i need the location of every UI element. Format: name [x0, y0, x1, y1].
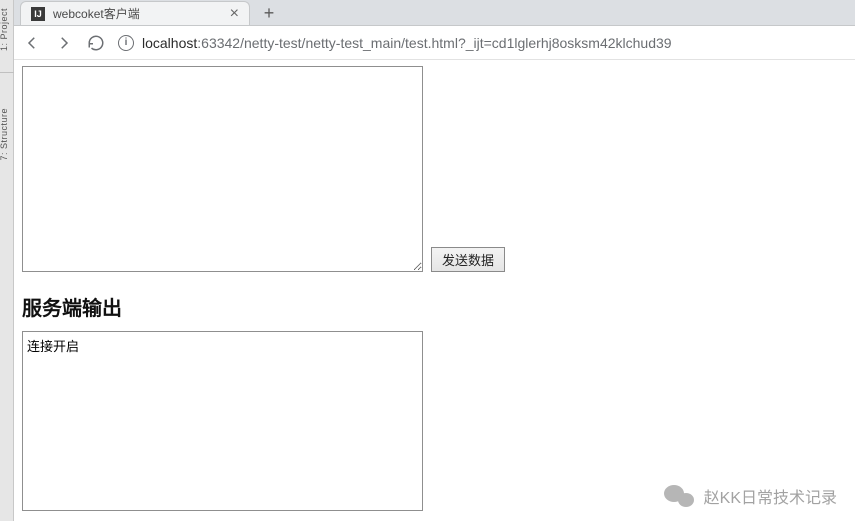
close-icon[interactable]: × — [230, 6, 239, 22]
page-content: 发送数据 服务端输出 — [14, 60, 855, 522]
tab-strip: IJ webcoket客户端 × + — [14, 0, 855, 26]
tab-title: webcoket客户端 — [53, 5, 220, 22]
server-output[interactable] — [22, 331, 423, 511]
url-host: localhost — [142, 35, 197, 51]
browser-window: IJ webcoket客户端 × + i localhost:63342/net… — [14, 0, 855, 521]
site-info-icon[interactable]: i — [118, 35, 134, 51]
ide-divider — [0, 72, 14, 73]
url-path: :63342/netty-test/netty-test_main/test.h… — [197, 35, 671, 51]
url-text: localhost:63342/netty-test/netty-test_ma… — [142, 35, 672, 51]
watermark: 赵KK日常技术记录 — [664, 483, 837, 509]
send-button[interactable]: 发送数据 — [431, 247, 505, 272]
favicon-icon: IJ — [31, 7, 45, 21]
ide-tool-stripe: 1: Project 7: Structure — [0, 0, 14, 521]
watermark-text: 赵KK日常技术记录 — [704, 484, 837, 508]
new-tab-button[interactable]: + — [256, 1, 282, 25]
toolbar: i localhost:63342/netty-test/netty-test_… — [14, 26, 855, 60]
address-bar[interactable]: i localhost:63342/netty-test/netty-test_… — [118, 35, 847, 51]
message-input[interactable] — [22, 66, 423, 272]
forward-button[interactable] — [54, 33, 74, 53]
reload-button[interactable] — [86, 33, 106, 53]
output-heading: 服务端输出 — [22, 292, 847, 321]
input-row: 发送数据 — [22, 66, 847, 272]
wechat-icon — [664, 483, 694, 509]
ide-tab-project[interactable]: 1: Project — [0, 5, 15, 54]
browser-tab[interactable]: IJ webcoket客户端 × — [20, 1, 250, 25]
ide-tab-structure[interactable]: 7: Structure — [0, 105, 15, 164]
back-button[interactable] — [22, 33, 42, 53]
